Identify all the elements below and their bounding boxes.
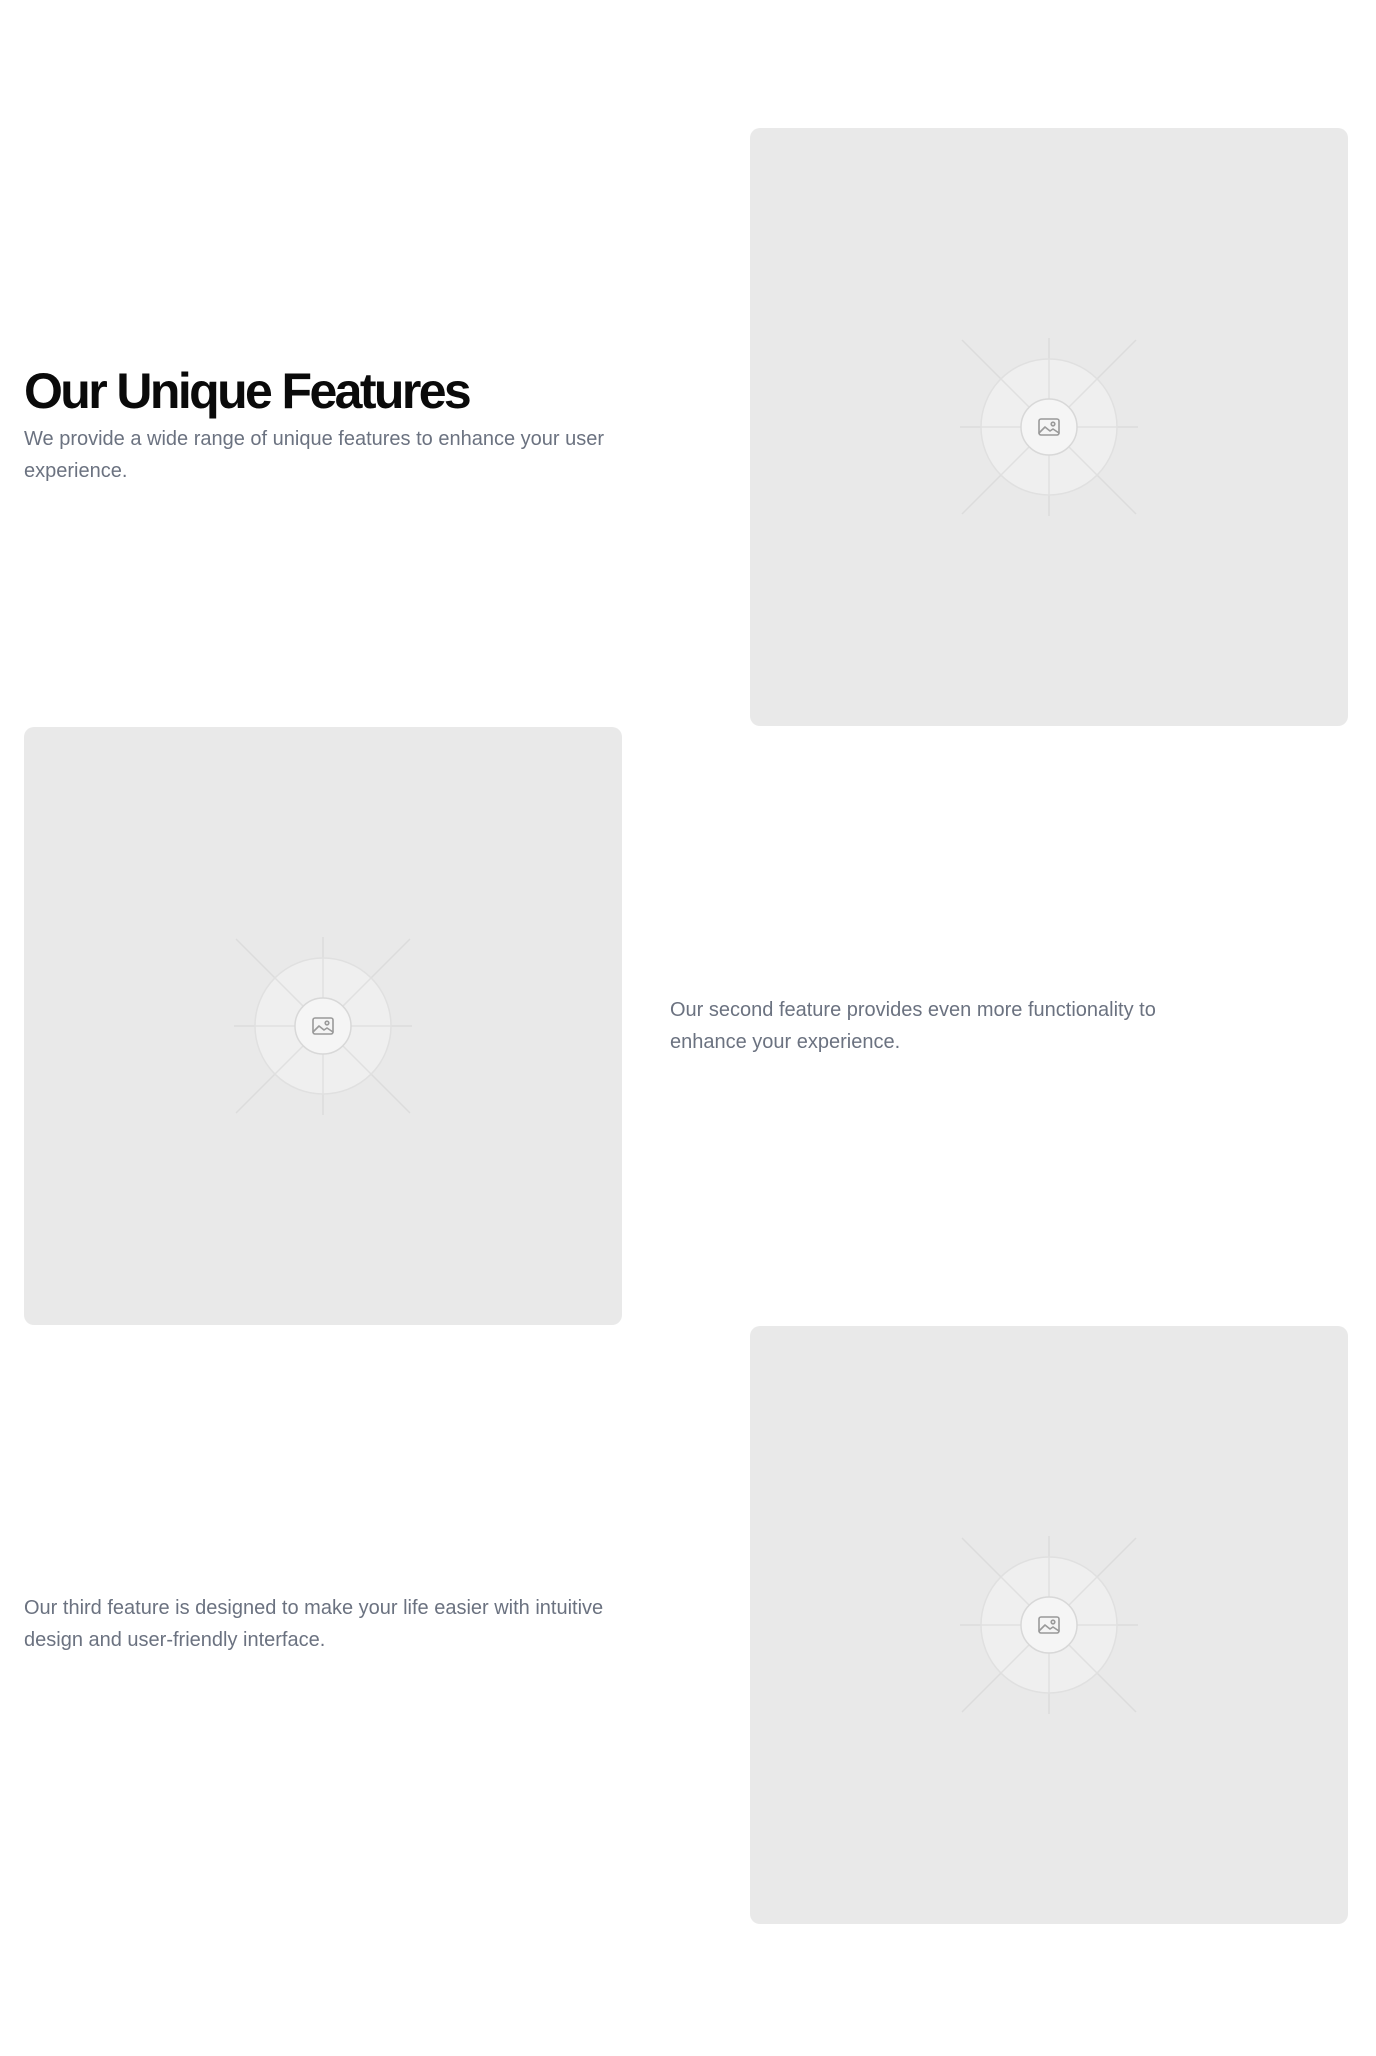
feature-3-description: Our third feature is designed to make yo…: [24, 1597, 604, 1651]
feature-image-1: [750, 128, 1348, 726]
features-section: Our Unique Features We provide a wide ra…: [0, 0, 1376, 2056]
feature-image-2: [24, 727, 622, 1325]
page-title: Our Unique Features: [24, 363, 472, 419]
feature-2-description: Our second feature provides even more fu…: [670, 999, 1156, 1053]
header-description: We provide a wide range of unique featur…: [24, 428, 604, 482]
image-placeholder-icon: [234, 937, 412, 1115]
feature-image-3: [750, 1326, 1348, 1924]
image-placeholder-icon: [960, 1536, 1138, 1714]
image-placeholder-icon: [960, 338, 1138, 516]
